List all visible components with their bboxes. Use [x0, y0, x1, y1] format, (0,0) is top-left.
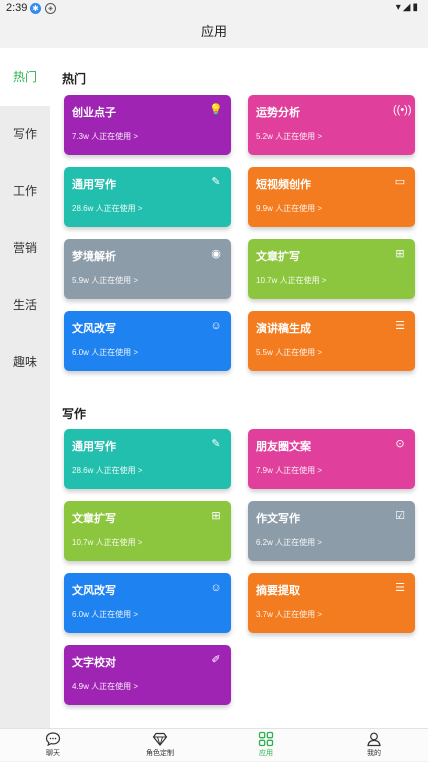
pencil-icon: ✎: [211, 438, 221, 450]
card-title: 作文写作: [256, 513, 300, 525]
card-usage: 28.6w 人正在使用 >: [72, 204, 143, 213]
app-card-startup-ideas[interactable]: 创业点子 💡 7.3w 人正在使用 >: [64, 95, 231, 155]
card-title: 朋友圈文案: [256, 441, 311, 453]
notification-icon: ✱: [30, 3, 41, 14]
page-title: 应用: [200, 24, 227, 39]
eye-icon: ◉: [211, 248, 221, 260]
nav-label: 聊天: [46, 750, 60, 757]
sidebar-item-hot[interactable]: 热门: [0, 48, 50, 106]
card-title: 演讲稿生成: [256, 323, 311, 335]
app-card-short-video[interactable]: 短视频创作 ▭ 9.9w 人正在使用 >: [248, 167, 415, 227]
wifi-icon: ▾: [395, 2, 403, 13]
card-title: 文章扩写: [72, 513, 116, 525]
sidebar-item-label: 趣味: [12, 355, 37, 369]
card-usage: 5.2w 人正在使用 >: [256, 132, 323, 141]
nav-label: 我的: [367, 750, 381, 757]
app-card-style-rewrite[interactable]: 文风改写 ☺ 6.0w 人正在使用 >: [64, 311, 231, 371]
signal-icon: ((•)): [393, 104, 412, 116]
app-header: 应用: [0, 18, 428, 48]
card-usage: 5.9w 人正在使用 >: [72, 276, 139, 285]
card-title: 摘要提取: [256, 585, 300, 597]
card-usage: 6.0w 人正在使用 >: [72, 348, 139, 357]
card-usage: 7.3w 人正在使用 >: [72, 132, 139, 141]
card-usage: 9.9w 人正在使用 >: [256, 204, 323, 213]
app-card-general-writing[interactable]: 通用写作 ✎ 28.6w 人正在使用 >: [64, 429, 231, 489]
card-title: 运势分析: [256, 107, 300, 119]
card-title: 文风改写: [72, 323, 116, 335]
app-card-article-expand[interactable]: 文章扩写 ⊞ 10.7w 人正在使用 >: [64, 501, 231, 561]
app-card-summary[interactable]: 摘要提取 ☰ 3.7w 人正在使用 >: [248, 573, 415, 633]
card-usage: 4.9w 人正在使用 >: [72, 682, 139, 691]
app-card-fortune[interactable]: 运势分析 ((•)) 5.2w 人正在使用 >: [248, 95, 415, 155]
card-title: 梦境解析: [72, 251, 116, 263]
pencil-icon: ✎: [211, 176, 221, 188]
app-card-speech-gen[interactable]: 演讲稿生成 ☰ 5.5w 人正在使用 >: [248, 311, 415, 371]
apps-grid-icon: [258, 731, 274, 747]
sidebar-item-label: 生活: [12, 298, 37, 312]
app-card-proofread[interactable]: 文字校对 ✐ 4.9w 人正在使用 >: [64, 645, 231, 705]
nav-label: 角色定制: [146, 750, 174, 757]
list-icon: ☰: [395, 582, 405, 594]
app-card-moments-copy[interactable]: 朋友圈文案 ⊙ 7.9w 人正在使用 >: [248, 429, 415, 489]
edit-icon: ☑: [395, 510, 405, 522]
chat-bubble-icon: [45, 732, 61, 747]
document-icon: ☰: [395, 320, 405, 332]
card-usage: 10.7w 人正在使用 >: [256, 276, 327, 285]
card-usage: 6.2w 人正在使用 >: [256, 538, 323, 547]
card-title: 通用写作: [72, 441, 116, 453]
sidebar-item-writing[interactable]: 写作: [0, 105, 50, 163]
section-title-writing: 写作: [62, 407, 87, 421]
sidebar-item-fun[interactable]: 趣味: [0, 333, 50, 391]
diamond-icon: [152, 732, 168, 746]
chat-icon: ☺: [210, 582, 222, 594]
battery-icon: ▮: [412, 2, 420, 13]
sidebar-item-marketing[interactable]: 营销: [0, 219, 50, 277]
bottom-nav: 聊天 角色定制 应用 我的: [0, 728, 428, 761]
app-card-article-expand[interactable]: 文章扩写 ⊞ 10.7w 人正在使用 >: [248, 239, 415, 299]
pen-icon: ✐: [211, 654, 221, 666]
nav-apps[interactable]: 应用: [236, 729, 296, 762]
nav-role-custom[interactable]: 角色定制: [130, 729, 190, 762]
status-bar: 2:39 ✱ ◈ ▾◢▮: [0, 0, 428, 18]
card-usage: 6.0w 人正在使用 >: [72, 610, 139, 619]
sidebar-item-label: 营销: [12, 241, 37, 255]
sidebar-item-label: 工作: [12, 184, 37, 198]
expand-icon: ⊞: [395, 248, 405, 260]
app-card-general-writing[interactable]: 通用写作 ✎ 28.6w 人正在使用 >: [64, 167, 231, 227]
section-title-hot: 热门: [62, 72, 87, 86]
card-title: 文字校对: [72, 657, 116, 669]
card-title: 创业点子: [72, 107, 116, 119]
card-usage: 3.7w 人正在使用 >: [256, 610, 323, 619]
card-usage: 7.9w 人正在使用 >: [256, 466, 323, 475]
app-card-style-rewrite[interactable]: 文风改写 ☺ 6.0w 人正在使用 >: [64, 573, 231, 633]
compass-icon: ⊙: [395, 438, 405, 450]
card-usage: 10.7w 人正在使用 >: [72, 538, 143, 547]
nav-label: 应用: [259, 750, 273, 757]
chat-icon: ☺: [210, 320, 222, 332]
sidebar-item-work[interactable]: 工作: [0, 162, 50, 220]
video-icon: ▭: [394, 176, 406, 188]
card-title: 短视频创作: [256, 179, 311, 191]
user-icon: [367, 732, 381, 747]
sidebar-item-label: 写作: [12, 127, 37, 141]
card-usage: 5.5w 人正在使用 >: [256, 348, 323, 357]
card-title: 文风改写: [72, 585, 116, 597]
main-content: 热门 创业点子 💡 7.3w 人正在使用 > 运势分析 ((•)) 5.2w 人…: [50, 48, 428, 728]
app-card-essay-writing[interactable]: 作文写作 ☑ 6.2w 人正在使用 >: [248, 501, 415, 561]
lightbulb-icon: 💡: [209, 104, 223, 116]
card-title: 文章扩写: [256, 251, 300, 263]
status-time: 2:39: [6, 2, 28, 14]
nav-chat[interactable]: 聊天: [23, 729, 83, 762]
category-sidebar: 热门 写作 工作 营销 生活 趣味: [0, 48, 50, 728]
sidebar-item-life[interactable]: 生活: [0, 276, 50, 334]
expand-icon: ⊞: [211, 510, 221, 522]
app-card-dream-analysis[interactable]: 梦境解析 ◉ 5.9w 人正在使用 >: [64, 239, 231, 299]
shield-icon: ◈: [45, 3, 56, 14]
system-icons: ▾◢▮: [396, 2, 420, 13]
card-usage: 28.6w 人正在使用 >: [72, 466, 143, 475]
card-title: 通用写作: [72, 179, 116, 191]
sidebar-item-label: 热门: [12, 70, 37, 84]
nav-profile[interactable]: 我的: [344, 729, 404, 762]
